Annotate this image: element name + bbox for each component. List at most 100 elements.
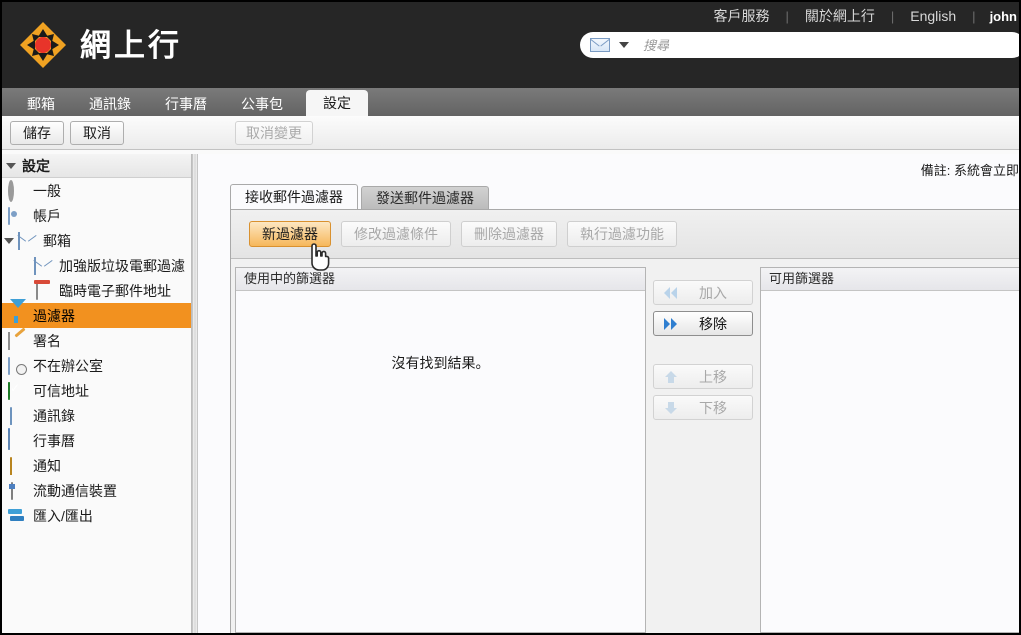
- brand-title: 網上行: [80, 27, 182, 63]
- sidebar-item-mailbox[interactable]: 郵箱: [2, 228, 191, 253]
- sidebar-item-label: 不在辦公室: [33, 357, 103, 374]
- active-filters-body[interactable]: 沒有找到結果。: [236, 291, 645, 632]
- sidebar-item-import-export[interactable]: 匯入/匯出: [2, 503, 191, 528]
- tab-outgoing-filters[interactable]: 發送郵件過濾器: [361, 186, 489, 209]
- sidebar-item-trusted-addresses[interactable]: 可信地址: [2, 378, 191, 403]
- system-note-text: 備註: 系統會立即: [920, 162, 1019, 178]
- tab-contacts[interactable]: 通訊錄: [72, 92, 148, 116]
- sidebar-item-general[interactable]: 一般: [2, 178, 191, 203]
- brand: 網上行: [18, 20, 182, 70]
- top-header: 客戶服務 | 關於網上行 | English | john 網上行 搜尋: [2, 2, 1019, 88]
- active-filters-list: 使用中的篩選器 沒有找到結果。: [235, 267, 646, 633]
- sidebar-item-label: 行事曆: [33, 432, 75, 449]
- triangle-down-icon: [6, 162, 16, 169]
- utility-link-about[interactable]: 關於網上行: [789, 6, 891, 26]
- remove-filter-button[interactable]: 移除: [653, 311, 753, 336]
- sidebar-item-label: 帳戶: [33, 207, 61, 224]
- triangle-down-icon[interactable]: [4, 237, 14, 244]
- add-filter-label: 加入: [699, 284, 727, 301]
- add-filter-button: 加入: [653, 280, 753, 305]
- envelope-icon: [590, 38, 610, 52]
- tab-mailbox[interactable]: 郵箱: [10, 92, 72, 116]
- sidebar-item-spam-filter[interactable]: 加強版垃圾電郵過濾: [2, 253, 191, 278]
- sidebar-item-accounts[interactable]: 帳戶: [2, 203, 191, 228]
- available-filters-list: 可用篩選器: [760, 267, 1019, 633]
- settings-sidebar: 設定 一般 帳戶 郵箱 加強版垃圾電郵過濾 臨時電子郵件地址 過濾器 署名 不在…: [2, 154, 192, 633]
- sidebar-item-out-of-office[interactable]: 不在辦公室: [2, 353, 191, 378]
- move-down-button: 下移: [653, 395, 753, 420]
- utility-link-customer-service[interactable]: 客戶服務: [697, 6, 785, 26]
- utility-link-english[interactable]: English: [894, 8, 972, 24]
- sidebar-section-settings[interactable]: 設定: [2, 154, 191, 178]
- cancel-button[interactable]: 取消: [70, 120, 124, 145]
- available-filters-header: 可用篩選器: [761, 268, 1019, 291]
- filters-panel: 新過濾器 修改過濾條件 刪除過濾器 執行過濾功能 使用中的篩選器 沒有找到結果。: [230, 209, 1019, 633]
- available-filters-body[interactable]: [761, 291, 1019, 632]
- out-of-office-icon: [8, 356, 26, 375]
- filter-toolbar: 新過濾器 修改過濾條件 刪除過濾器 執行過濾功能: [231, 210, 1019, 259]
- user-account-link[interactable]: john: [976, 9, 1019, 24]
- sidebar-item-label: 流動通信裝置: [33, 482, 117, 499]
- move-up-button: 上移: [653, 364, 753, 389]
- arrow-up-icon: [660, 370, 682, 384]
- signature-icon: [8, 331, 26, 350]
- sidebar-item-label: 過濾器: [33, 307, 75, 324]
- note-row: 備註: 系統會立即: [198, 154, 1019, 184]
- sidebar-item-filters[interactable]: 過濾器: [2, 298, 191, 328]
- body: 設定 一般 帳戶 郵箱 加強版垃圾電郵過濾 臨時電子郵件地址 過濾器 署名 不在…: [2, 154, 1019, 633]
- search-bar[interactable]: [580, 32, 1019, 58]
- application-window: 客戶服務 | 關於網上行 | English | john 網上行 搜尋 郵箱 …: [0, 0, 1021, 635]
- sidebar-item-label: 郵箱: [43, 232, 71, 249]
- sidebar-section-label: 設定: [22, 157, 50, 174]
- sidebar-item-label: 通訊錄: [33, 407, 75, 424]
- edit-filter-button: 修改過濾條件: [341, 221, 451, 247]
- action-toolbar: 儲存 取消 取消變更: [2, 116, 1019, 150]
- sidebar-item-signature[interactable]: 署名: [2, 328, 191, 353]
- sidebar-item-label: 加強版垃圾電郵過濾: [59, 257, 185, 274]
- new-filter-button[interactable]: 新過濾器: [249, 221, 331, 247]
- sidebar-item-label: 可信地址: [33, 382, 89, 399]
- tab-settings[interactable]: 設定: [306, 90, 368, 116]
- double-chevron-left-icon: [660, 286, 682, 299]
- sidebar-item-contacts[interactable]: 通訊錄: [2, 403, 191, 428]
- move-down-label: 下移: [699, 399, 727, 416]
- tab-briefcase[interactable]: 公事包: [224, 92, 300, 116]
- funnel-icon: [8, 298, 26, 324]
- envelope-icon: [34, 256, 52, 275]
- main-tab-bar: 郵箱 通訊錄 行事曆 公事包 設定: [2, 88, 1019, 116]
- sidebar-item-calendar[interactable]: 行事曆: [2, 427, 191, 453]
- netvigator-logo-icon: [18, 20, 68, 70]
- bell-icon: [8, 456, 26, 475]
- content-area: 備註: 系統會立即 接收郵件過濾器 發送郵件過濾器 新過濾器 修改過濾條件 刪除…: [198, 154, 1019, 633]
- double-chevron-right-icon: [660, 317, 682, 330]
- delete-filter-button: 刪除過濾器: [461, 221, 557, 247]
- sidebar-item-notifications[interactable]: 通知: [2, 453, 191, 478]
- envelope-icon: [18, 231, 36, 250]
- tab-incoming-filters[interactable]: 接收郵件過濾器: [230, 184, 358, 209]
- trash-icon: [34, 281, 52, 300]
- chevron-down-icon[interactable]: [619, 42, 629, 48]
- search-input[interactable]: [641, 36, 1017, 54]
- person-icon: [8, 406, 26, 425]
- run-filter-button: 執行過濾功能: [567, 221, 677, 247]
- sidebar-item-temp-address[interactable]: 臨時電子郵件地址: [2, 278, 191, 303]
- revert-changes-button: 取消變更: [235, 120, 313, 145]
- mobile-icon: [8, 481, 26, 500]
- account-icon: [8, 206, 26, 225]
- empty-results-message: 沒有找到結果。: [391, 355, 490, 371]
- sidebar-item-label: 一般: [33, 182, 61, 199]
- arrow-down-icon: [660, 401, 682, 415]
- calendar-icon: [8, 427, 26, 450]
- save-button[interactable]: 儲存: [10, 120, 64, 145]
- sidebar-item-label: 臨時電子郵件地址: [59, 282, 171, 299]
- utility-nav: 客戶服務 | 關於網上行 | English | john: [697, 4, 1019, 28]
- gear-icon: [8, 179, 26, 202]
- sidebar-item-label: 通知: [33, 457, 61, 474]
- shield-check-icon: [8, 381, 26, 400]
- transfer-button-column: 加入 移除 上移 下移: [646, 267, 760, 633]
- sidebar-item-label: 署名: [33, 332, 61, 349]
- sidebar-item-label: 匯入/匯出: [33, 507, 93, 524]
- sidebar-item-mobile-devices[interactable]: 流動通信裝置: [2, 478, 191, 503]
- move-up-label: 上移: [699, 368, 727, 385]
- tab-calendar[interactable]: 行事曆: [148, 92, 224, 116]
